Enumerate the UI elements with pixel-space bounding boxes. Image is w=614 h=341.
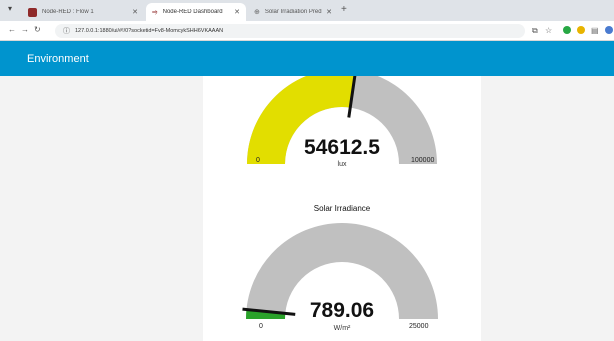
node-red-favicon (28, 7, 37, 17)
profile-icon[interactable] (605, 26, 613, 37)
gauge-value: 54612.5 (304, 136, 380, 159)
tab-solar-prediction[interactable]: ⊕ Solar Irradiation Prediction ✕ (248, 3, 338, 21)
url-text: 127.0.0.1:1880/ui/#!/0?socketid=Fv8-Momc… (75, 28, 224, 34)
gauge-group-card: 54612.5 lux 0 100000 Solar Irradiance 78… (203, 76, 481, 341)
gauge-min-label: 0 (259, 323, 263, 330)
close-icon[interactable]: ✕ (234, 8, 240, 16)
tab-title: Node-RED Dashboard (162, 9, 223, 15)
gauge-max-label: 100000 (411, 157, 435, 164)
gauge-title: Solar Irradiance (313, 204, 371, 213)
gauge-value: 789.06 (309, 299, 375, 322)
extension-green-icon[interactable] (563, 26, 571, 37)
site-info-icon[interactable]: ⓘ (63, 26, 70, 36)
globe-icon: ⊕ (254, 8, 260, 16)
extension-yellow-icon[interactable] (577, 26, 585, 37)
bookmark-star-icon[interactable]: ☆ (545, 26, 552, 36)
tab-search-icon[interactable]: ▾ (8, 4, 12, 13)
gauge-unit: lux (337, 161, 347, 168)
reload-icon[interactable]: ↻ (34, 25, 41, 34)
new-tab-icon[interactable]: + (341, 4, 347, 15)
forward-arrow-icon[interactable]: → (21, 25, 29, 34)
gauge-min-label: 0 (256, 157, 260, 164)
tab-node-red-dashboard[interactable]: ⥤ Node-RED Dashboard ✕ (146, 3, 246, 21)
gauge-unit: W/m² (333, 325, 351, 332)
cast-icon[interactable]: ⧉ (532, 26, 538, 36)
dashboard-header: Environment (0, 41, 614, 76)
node-red-favicon: ⥤ (152, 8, 158, 16)
close-icon[interactable]: ✕ (326, 8, 332, 16)
tab-node-red-flow[interactable]: Node-RED : Flow 1 ✕ (22, 3, 144, 21)
page-title: Environment (27, 53, 89, 65)
close-icon[interactable]: ✕ (132, 8, 138, 16)
address-toolbar: ← → ↻ ⓘ 127.0.0.1:1880/ui/#!/0?socketid=… (0, 21, 614, 41)
browser-tab-strip: ▾ Node-RED : Flow 1 ✕ ⥤ Node-RED Dashboa… (0, 0, 614, 21)
gauge-max-label: 25000 (409, 323, 429, 330)
tab-title: Solar Irradiation Prediction (264, 9, 323, 15)
address-bar[interactable]: ⓘ 127.0.0.1:1880/ui/#!/0?socketid=Fv8-Mo… (55, 24, 525, 38)
tab-title: Node-RED : Flow 1 (42, 9, 94, 15)
extensions-icon[interactable]: ▤ (591, 26, 599, 36)
back-arrow-icon[interactable]: ← (8, 25, 16, 34)
